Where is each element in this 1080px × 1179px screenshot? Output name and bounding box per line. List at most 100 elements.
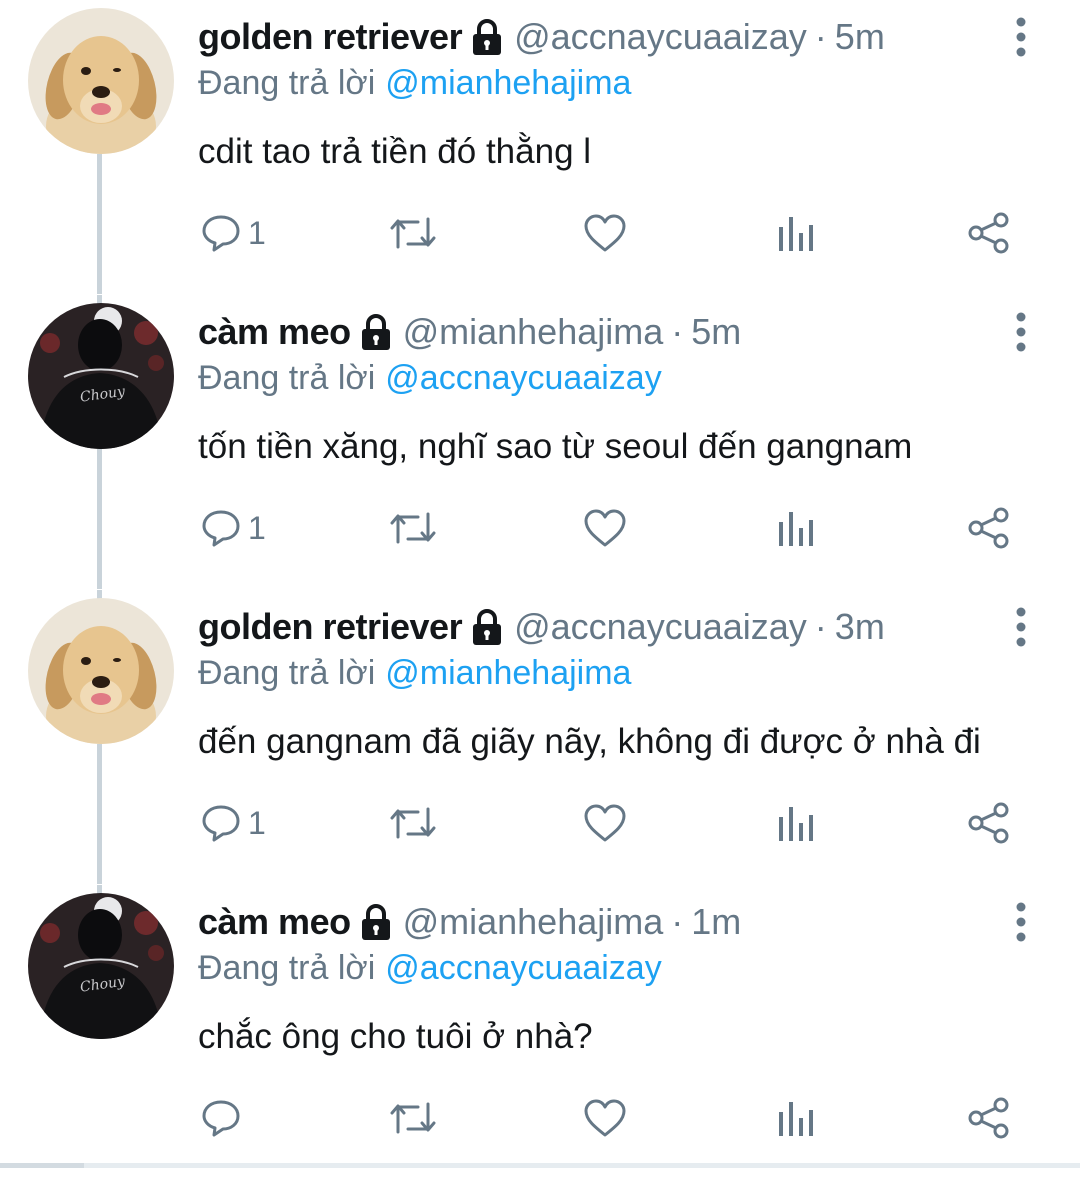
- black-hoodie-avatar: Chouy: [28, 893, 174, 1039]
- golden-retriever-avatar: [28, 8, 174, 154]
- analytics-icon: [779, 807, 813, 841]
- retweet-icon: [390, 512, 436, 544]
- like-button[interactable]: [583, 506, 627, 550]
- replying-to: Đang trả lời @accnaycuaaizay: [198, 355, 662, 401]
- tweet[interactable]: golden retriever @accnaycuaaizay · 3m Đa…: [0, 590, 1080, 884]
- retweet-icon: [390, 807, 436, 839]
- more-vertical-icon[interactable]: [1008, 899, 1034, 945]
- share-button[interactable]: [967, 1096, 1011, 1140]
- reply-icon: [202, 510, 240, 547]
- lock-icon: [359, 313, 393, 351]
- reply-count: 1: [248, 214, 266, 251]
- analytics-button[interactable]: [776, 506, 816, 550]
- avatar[interactable]: [28, 8, 174, 154]
- share-button[interactable]: [967, 801, 1011, 845]
- tweet-text: cdit tao trả tiền đó thằng l: [198, 132, 592, 171]
- share-button[interactable]: [967, 211, 1011, 255]
- retweet-button[interactable]: [388, 506, 438, 550]
- tweet[interactable]: Chouy càm meo @mianhehajima · 5m Đang tr…: [0, 295, 1080, 589]
- avatar[interactable]: Chouy: [28, 303, 174, 449]
- display-name[interactable]: golden retriever: [198, 604, 463, 650]
- bottom-divider: [0, 1163, 1080, 1168]
- reply-button[interactable]: 1: [200, 211, 266, 255]
- share-button[interactable]: [967, 506, 1011, 550]
- user-handle[interactable]: @accnaycuaaizay: [514, 604, 807, 650]
- like-button[interactable]: [583, 801, 627, 845]
- tweet[interactable]: golden retriever @accnaycuaaizay · 5m Đa…: [0, 0, 1080, 294]
- tweet-header: càm meo @mianhehajima · 5m: [198, 309, 741, 355]
- heart-icon: [584, 214, 626, 252]
- display-name[interactable]: càm meo: [198, 899, 351, 945]
- heart-icon: [584, 1099, 626, 1137]
- user-handle[interactable]: @mianhehajima: [403, 899, 664, 945]
- lock-icon: [359, 903, 393, 941]
- separator-dot: ·: [814, 16, 827, 57]
- like-button[interactable]: [583, 1096, 627, 1140]
- replying-to-label: Đang trả lời: [198, 359, 376, 397]
- reply-mention-link[interactable]: @mianhehajima: [385, 654, 631, 692]
- lock-icon: [470, 18, 504, 56]
- reply-button[interactable]: 1: [200, 801, 266, 845]
- analytics-button[interactable]: [776, 1096, 816, 1140]
- share-icon: [968, 802, 1009, 844]
- tweet-header: golden retriever @accnaycuaaizay · 3m: [198, 604, 885, 650]
- more-vertical-icon[interactable]: [1008, 309, 1034, 355]
- heart-icon: [584, 509, 626, 547]
- golden-retriever-avatar: [28, 598, 174, 744]
- tweet-actions: 1: [0, 788, 1080, 858]
- share-icon: [968, 507, 1009, 549]
- retweet-icon: [390, 217, 436, 249]
- separator-dot: ·: [671, 901, 684, 942]
- tweet-actions: [0, 1083, 1080, 1153]
- replying-to: Đang trả lời @mianhehajima: [198, 60, 631, 106]
- reply-mention-link[interactable]: @mianhehajima: [385, 64, 631, 102]
- reply-icon: [202, 805, 240, 842]
- analytics-button[interactable]: [776, 801, 816, 845]
- retweet-button[interactable]: [388, 211, 438, 255]
- more-vertical-icon[interactable]: [1008, 604, 1034, 650]
- display-name[interactable]: golden retriever: [198, 14, 463, 60]
- share-icon: [968, 212, 1009, 254]
- display-name[interactable]: càm meo: [198, 309, 351, 355]
- reply-button[interactable]: 1: [200, 506, 266, 550]
- reply-icon: [202, 1100, 240, 1137]
- lock-icon: [470, 608, 504, 646]
- reply-mention-link[interactable]: @accnaycuaaizay: [385, 949, 661, 987]
- user-handle[interactable]: @accnaycuaaizay: [514, 14, 807, 60]
- reply-button[interactable]: [200, 1096, 248, 1140]
- tweet-text: chắc ông cho tuôi ở nhà?: [198, 1017, 593, 1056]
- divider-segment: [0, 1163, 84, 1168]
- replying-to: Đang trả lời @mianhehajima: [198, 650, 631, 696]
- separator-dot: ·: [814, 606, 827, 647]
- like-button[interactable]: [583, 211, 627, 255]
- timestamp[interactable]: 5m: [835, 14, 885, 60]
- tweet-header: golden retriever @accnaycuaaizay · 5m: [198, 14, 885, 60]
- tweet-actions: 1: [0, 198, 1080, 268]
- black-hoodie-avatar: Chouy: [28, 303, 174, 449]
- analytics-icon: [779, 512, 813, 546]
- user-handle[interactable]: @mianhehajima: [403, 309, 664, 355]
- timeline: golden retriever @accnaycuaaizay · 5m Đa…: [0, 0, 1080, 1168]
- retweet-button[interactable]: [388, 801, 438, 845]
- timestamp[interactable]: 1m: [691, 899, 741, 945]
- timestamp[interactable]: 5m: [691, 309, 741, 355]
- separator-dot: ·: [671, 311, 684, 352]
- replying-to-label: Đang trả lời: [198, 949, 376, 987]
- retweet-icon: [390, 1102, 436, 1134]
- share-icon: [968, 1097, 1009, 1139]
- tweet-text: đến gangnam đã giãy nãy, không đi được ở…: [198, 722, 981, 761]
- reply-mention-link[interactable]: @accnaycuaaizay: [385, 359, 661, 397]
- more-vertical-icon[interactable]: [1008, 14, 1034, 60]
- reply-count: 1: [248, 804, 266, 841]
- replying-to-label: Đang trả lời: [198, 64, 376, 102]
- tweet-actions: 1: [0, 493, 1080, 563]
- avatar[interactable]: Chouy: [28, 893, 174, 1039]
- tweet-header: càm meo @mianhehajima · 1m: [198, 899, 741, 945]
- analytics-button[interactable]: [776, 211, 816, 255]
- heart-icon: [584, 804, 626, 842]
- avatar[interactable]: [28, 598, 174, 744]
- reply-count: 1: [248, 509, 266, 546]
- retweet-button[interactable]: [388, 1096, 438, 1140]
- timestamp[interactable]: 3m: [835, 604, 885, 650]
- tweet[interactable]: Chouy càm meo @mianhehajima · 1m Đang tr…: [0, 885, 1080, 1179]
